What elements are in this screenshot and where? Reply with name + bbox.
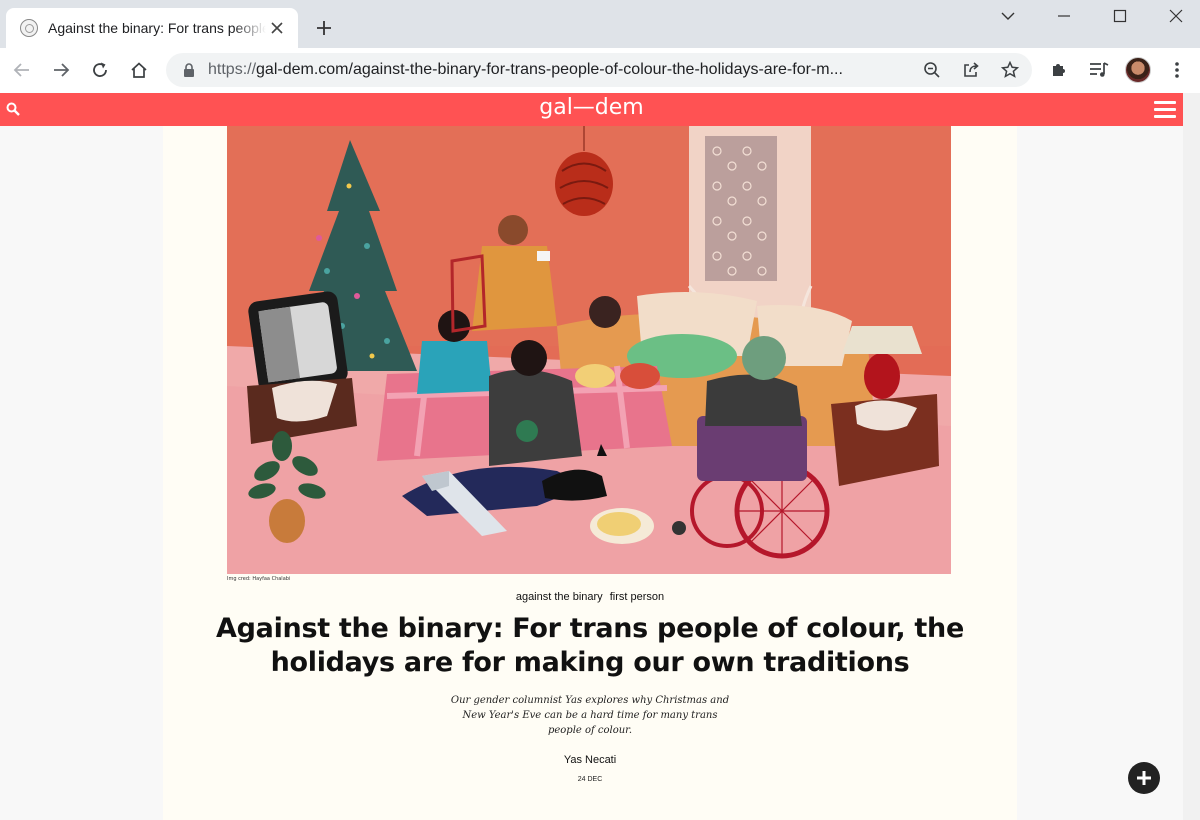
home-icon[interactable] <box>125 56 153 84</box>
close-window-icon[interactable] <box>1148 0 1200 32</box>
avatar-image <box>1125 57 1151 83</box>
media-icon[interactable] <box>1085 56 1113 84</box>
article-standfirst: Our gender columnist Yas explores why Ch… <box>450 695 730 736</box>
article: Img cred: Hayfaa Chalabi against the bin… <box>163 126 1017 820</box>
tab-title: Against the binary: For trans people of … <box>48 20 266 36</box>
browser-tab[interactable]: Against the binary: For trans people of … <box>6 8 298 48</box>
forward-arrow-icon[interactable] <box>47 56 75 84</box>
maximize-icon[interactable] <box>1092 0 1148 32</box>
share-icon[interactable] <box>958 57 984 83</box>
kebab-menu-icon[interactable] <box>1163 56 1191 84</box>
url-scheme: https:// <box>208 61 257 78</box>
site-header: gal—dem <box>0 93 1183 126</box>
page-scrollbar[interactable] <box>1183 93 1200 820</box>
reload-icon[interactable] <box>86 56 114 84</box>
publish-date: 24 DEC <box>577 776 603 783</box>
url-path: gal-dem.com/against-the-binary-for-trans… <box>256 61 843 78</box>
article-categories: against the binary first person <box>163 591 1017 603</box>
tab-close-icon[interactable] <box>266 17 288 39</box>
avatar[interactable] <box>1124 56 1152 84</box>
category-link-first-person[interactable]: first person <box>610 591 664 603</box>
puzzle-icon[interactable] <box>1045 56 1073 84</box>
page-content: Img cred: Hayfaa Chalabi against the bin… <box>0 126 1183 820</box>
article-headline: Against the binary: For trans people of … <box>216 613 964 678</box>
image-credit: Img cred: Hayfaa Chalabi <box>227 576 291 582</box>
hamburger-menu-icon[interactable] <box>1154 101 1176 118</box>
author-name[interactable]: Yas Necati <box>163 754 1017 766</box>
minimize-icon[interactable] <box>1036 0 1092 32</box>
category-link-against-the-binary[interactable]: against the binary <box>516 591 603 603</box>
star-icon[interactable] <box>997 57 1023 83</box>
floating-add-button[interactable] <box>1128 762 1160 794</box>
plus-icon <box>1137 771 1151 785</box>
tab-search-chevron-icon[interactable] <box>980 0 1036 32</box>
new-tab-button[interactable] <box>310 14 338 42</box>
hero-illustration <box>227 126 951 574</box>
url-text[interactable]: https://gal-dem.com/against-the-binary-f… <box>208 61 914 79</box>
zoom-icon[interactable] <box>919 57 945 83</box>
lock-icon[interactable] <box>180 61 198 79</box>
address-bar[interactable]: https://gal-dem.com/against-the-binary-f… <box>166 53 1032 87</box>
tab-strip: Against the binary: For trans people of … <box>0 0 1200 48</box>
favicon-icon <box>20 19 38 37</box>
back-arrow-icon[interactable] <box>8 56 36 84</box>
site-logo[interactable]: gal—dem <box>0 95 1183 120</box>
browser-toolbar: https://gal-dem.com/against-the-binary-f… <box>0 48 1200 93</box>
